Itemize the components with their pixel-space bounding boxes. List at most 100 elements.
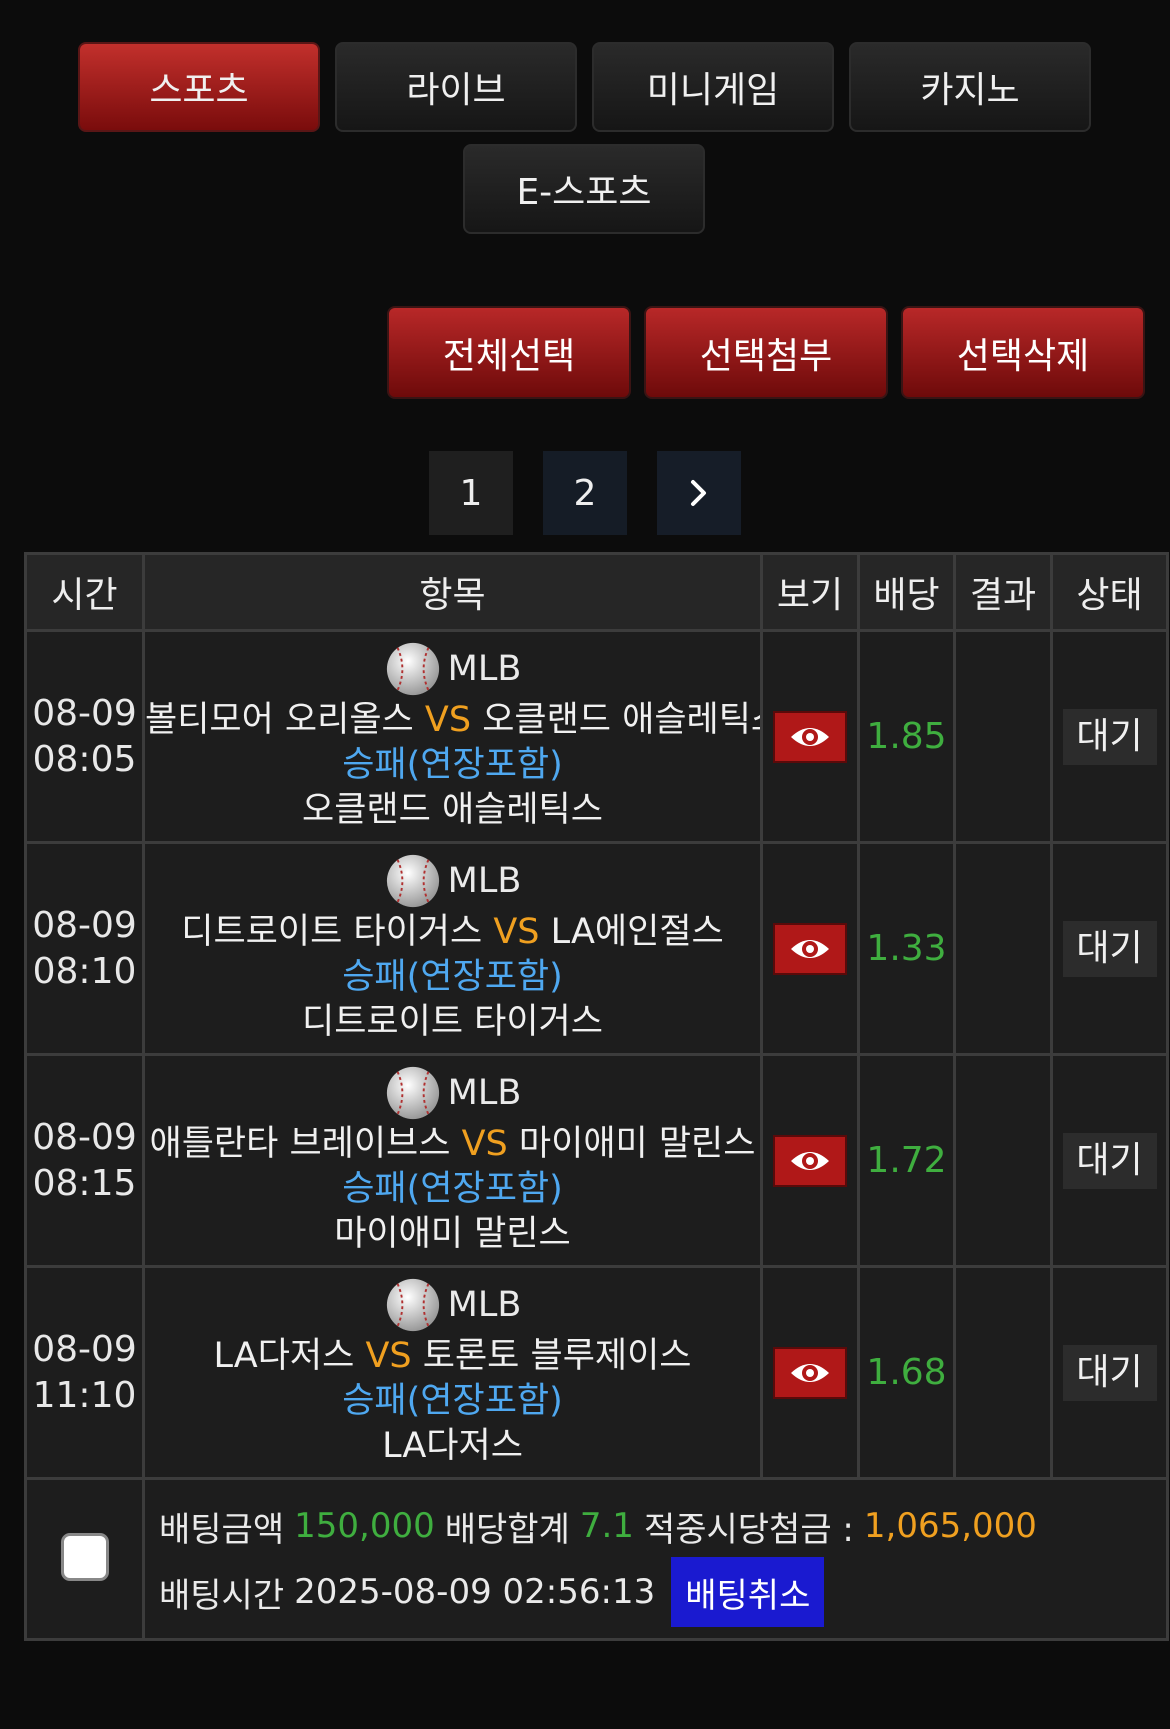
match-date: 08-09: [32, 904, 137, 946]
tab-casino[interactable]: 카지노: [849, 42, 1091, 132]
tab-sports[interactable]: 스포츠: [78, 42, 320, 132]
time-cell: 08-09 11:10: [24, 1265, 145, 1480]
tab-minigame[interactable]: 미니게임: [592, 42, 834, 132]
tab-esports[interactable]: E-스포츠: [463, 144, 705, 234]
table-row: 08-09 11:10 MLB LA다저스 VS 토론토 블루제이스 승패(연장…: [24, 1265, 1169, 1480]
odds-cell: 1.85: [857, 629, 956, 844]
league-line: MLB: [147, 852, 759, 910]
tab-live[interactable]: 라이브: [335, 42, 577, 132]
page-1-label: 1: [459, 472, 483, 514]
status-cell: 대기: [1050, 1265, 1169, 1480]
baseball-icon: [386, 642, 439, 696]
vs-label: VS: [461, 1124, 508, 1164]
vs-label: VS: [365, 1336, 412, 1376]
delete-selected-label: 선택삭제: [956, 335, 1090, 377]
match-time: 08:10: [32, 950, 137, 992]
home-team: 디트로이트 타이거스: [181, 912, 483, 952]
view-cell: [760, 1265, 860, 1480]
odds-cell: 1.33: [857, 841, 956, 1056]
selected-pick: 디트로이트 타이거스: [302, 1002, 603, 1042]
matchup: LA다저스 VS 토론토 블루제이스: [147, 1334, 759, 1379]
status-badge: 대기: [1062, 920, 1157, 977]
time-cell: 08-09 08:15: [24, 1053, 145, 1268]
tab-minigame-label: 미니게임: [646, 70, 780, 111]
table-row: 08-09 08:05 MLB 볼티모어 오리올스 VS 오클랜드 애슬레틱스 …: [24, 629, 1169, 844]
match-date: 08-09: [32, 1116, 137, 1158]
status-cell: 대기: [1050, 1053, 1169, 1268]
bet-select-checkbox[interactable]: [60, 1533, 109, 1581]
next-page-button[interactable]: [657, 451, 741, 535]
select-cell: [24, 1477, 145, 1641]
baseball-icon: [386, 1278, 439, 1332]
delete-selected-button[interactable]: 선택삭제: [901, 306, 1145, 399]
status-badge: 대기: [1062, 1344, 1157, 1401]
league-name: MLB: [447, 648, 522, 689]
odds-cell: 1.72: [857, 1053, 956, 1268]
selected-pick: 오클랜드 애슬레틱스: [302, 790, 603, 830]
view-cell: [760, 1053, 860, 1268]
result-cell: [953, 629, 1053, 844]
view-button[interactable]: [773, 1134, 847, 1187]
header-odds: 배당: [857, 552, 956, 632]
market-type: 승패(연장포함): [342, 1169, 563, 1209]
table-row: 08-09 08:15 MLB 애틀란타 브레이브스 VS 마이애미 말린스 승…: [24, 1053, 1169, 1268]
eye-icon: [791, 1151, 829, 1170]
select-all-button[interactable]: 전체선택: [387, 306, 631, 399]
table-row: 08-09 08:10 MLB 디트로이트 타이거스 VS LA에인절스 승패(…: [24, 841, 1169, 1056]
home-team: LA다저스: [213, 1336, 355, 1376]
view-button[interactable]: [773, 1346, 847, 1399]
view-button[interactable]: [773, 710, 847, 763]
home-team: 볼티모어 오리올스: [145, 700, 414, 740]
page-2-label: 2: [573, 472, 597, 514]
tab-casino-label: 카지노: [920, 70, 1020, 111]
result-cell: [953, 1053, 1053, 1268]
bet-time-value: 2025-08-09 02:56:13: [294, 1572, 656, 1612]
odds-total-label: 배당합계: [444, 1509, 570, 1550]
match-time: 08:05: [32, 738, 137, 780]
market-type: 승패(연장포함): [342, 1381, 563, 1421]
match-date: 08-09: [32, 1328, 137, 1370]
eye-icon: [791, 939, 829, 958]
cancel-bet-button[interactable]: 배팅취소: [671, 1557, 825, 1627]
league-line: MLB: [147, 1064, 759, 1122]
page-2-button[interactable]: 2: [543, 451, 627, 535]
view-button[interactable]: [773, 922, 847, 975]
market-type: 승패(연장포함): [342, 745, 563, 785]
league-line: MLB: [147, 640, 759, 698]
league-line: MLB: [147, 1276, 759, 1334]
status-badge: 대기: [1062, 1132, 1157, 1189]
eye-icon: [791, 727, 829, 746]
bet-amount-value: 150,000: [294, 1506, 435, 1546]
tab-esports-label: E-스포츠: [516, 172, 652, 213]
item-cell: MLB 볼티모어 오리올스 VS 오클랜드 애슬레틱스 승패(연장포함) 오클랜…: [142, 629, 763, 844]
page-1-button[interactable]: 1: [429, 451, 513, 535]
bet-amount-line: 배팅금액 150,000 배당합계 7.1 적중시당첨금 : 1,065,000: [159, 1493, 1166, 1559]
view-cell: [760, 841, 860, 1056]
result-cell: [953, 1265, 1053, 1480]
time-cell: 08-09 08:05: [24, 629, 145, 844]
matchup: 디트로이트 타이거스 VS LA에인절스: [147, 910, 759, 955]
bet-time-label: 배팅시간: [159, 1575, 285, 1616]
header-view: 보기: [760, 552, 860, 632]
vs-label: VS: [493, 912, 540, 952]
time-cell: 08-09 08:10: [24, 841, 145, 1056]
header-status: 상태: [1050, 552, 1169, 632]
view-cell: [760, 629, 860, 844]
chevron-right-icon: [691, 480, 706, 506]
matchup: 애틀란타 브레이브스 VS 마이애미 말린스: [147, 1122, 759, 1167]
cancel-bet-label: 배팅취소: [685, 1575, 811, 1616]
match-time: 11:10: [32, 1374, 137, 1416]
league-name: MLB: [447, 1284, 522, 1325]
item-cell: MLB 디트로이트 타이거스 VS LA에인절스 승패(연장포함) 디트로이트 …: [142, 841, 763, 1056]
league-name: MLB: [447, 1072, 522, 1113]
table-header-row: 시간 항목 보기 배당 결과 상태: [24, 552, 1169, 632]
payout-label: 적중시당첨금 :: [643, 1509, 854, 1550]
item-cell: MLB 애틀란타 브레이브스 VS 마이애미 말린스 승패(연장포함) 마이애미…: [142, 1053, 763, 1268]
odds-cell: 1.68: [857, 1265, 956, 1480]
status-cell: 대기: [1050, 841, 1169, 1056]
vs-label: VS: [424, 700, 472, 740]
away-team: LA에인절스: [550, 912, 724, 952]
league-name: MLB: [447, 860, 522, 901]
match-date: 08-09: [32, 692, 137, 734]
attach-selected-button[interactable]: 선택첨부: [644, 306, 888, 399]
